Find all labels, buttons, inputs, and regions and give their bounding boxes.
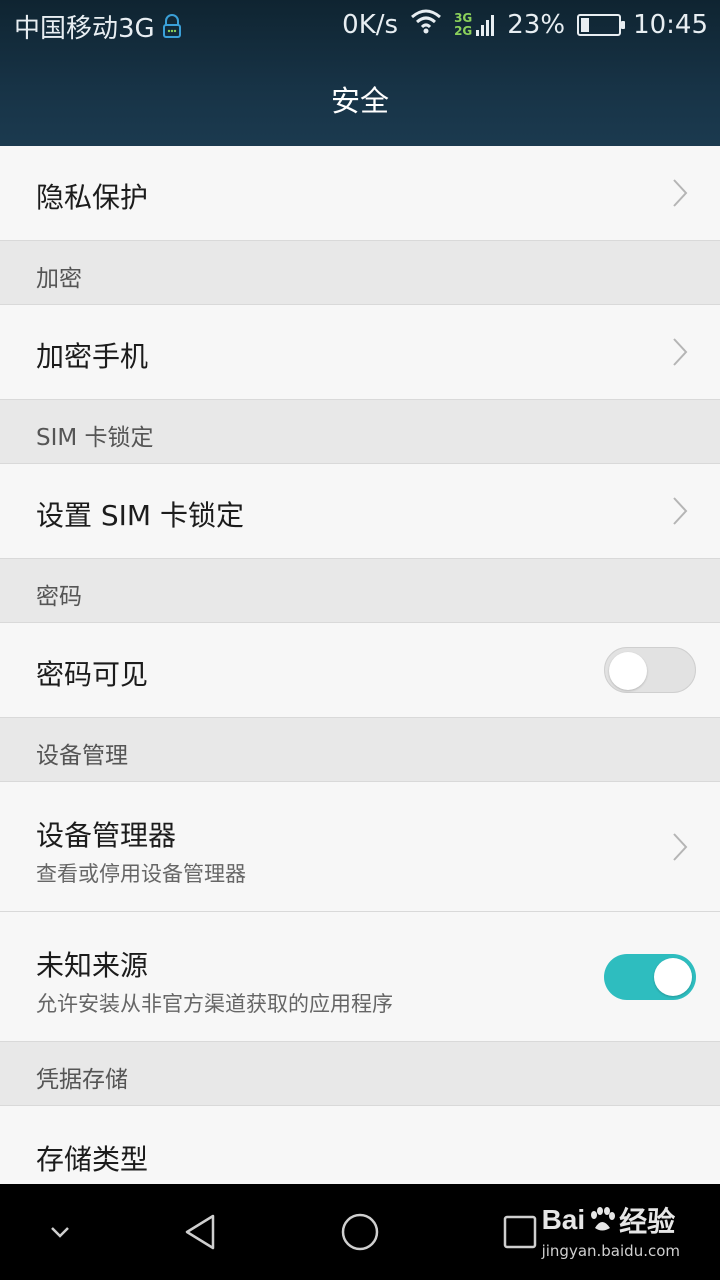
watermark-logo-right: 经验	[619, 1206, 676, 1237]
page-title: 安全	[330, 84, 389, 118]
encrypt-phone-label: 加密手机	[36, 340, 149, 373]
carrier-label: 中国移动3G	[14, 14, 155, 44]
section-label: 凭据存储	[36, 1067, 128, 1093]
battery-percent: 23%	[507, 9, 566, 40]
password-visible-toggle[interactable]	[604, 647, 696, 693]
device-admin-item[interactable]: 设备管理器 查看或停用设备管理器	[0, 782, 720, 912]
network-speed: 0K/s	[342, 9, 399, 40]
status-bar: 中国移动3G 0K/s 3G 2G 23% 10:45	[0, 0, 720, 52]
unknown-sources-toggle[interactable]	[604, 954, 696, 1000]
sim-lock-label: 设置 SIM 卡锁定	[36, 499, 244, 532]
unknown-sources-label: 未知来源	[36, 949, 149, 982]
section-label: 加密	[36, 266, 82, 292]
back-button[interactable]	[170, 1184, 230, 1280]
baidu-jingyan-watermark: Bai 经验 jingyan.baidu.com	[542, 1200, 680, 1260]
section-label: SIM 卡锁定	[36, 425, 154, 451]
battery-fill	[581, 17, 590, 32]
chevron-right-icon	[673, 338, 688, 366]
app-header: 中国移动3G 0K/s 3G 2G 23% 10:45 安全	[0, 0, 720, 146]
battery-icon	[577, 13, 626, 36]
chevron-right-icon	[673, 833, 688, 861]
privacy-protection-item[interactable]: 隐私保护	[0, 146, 720, 241]
section-label: 设备管理	[36, 743, 128, 769]
storage-type-label: 存储类型	[36, 1143, 149, 1176]
recents-square-icon	[503, 1215, 537, 1249]
wifi-icon	[410, 8, 442, 41]
encrypt-phone-item[interactable]: 加密手机	[0, 305, 720, 400]
navigation-bar: Bai 经验 jingyan.baidu.com	[0, 1184, 720, 1280]
section-label: 密码	[36, 584, 82, 610]
watermark-logo-left: Bai	[541, 1204, 586, 1235]
hide-nav-button[interactable]	[30, 1184, 90, 1280]
paw-icon	[591, 1207, 616, 1231]
section-header-password: 密码	[0, 559, 720, 623]
home-circle-icon	[341, 1213, 379, 1251]
sim-lock-item[interactable]: 设置 SIM 卡锁定	[0, 464, 720, 559]
net-type-top: 3G	[454, 10, 473, 25]
unknown-sources-item[interactable]: 未知来源 允许安装从非官方渠道获取的应用程序	[0, 912, 720, 1042]
unknown-sources-summary: 允许安装从非官方渠道获取的应用程序	[36, 992, 393, 1016]
lock-icon	[161, 13, 183, 40]
net-type-bottom: 2G	[454, 23, 473, 38]
cellular-signal: 3G 2G	[454, 10, 495, 38]
privacy-protection-label: 隐私保护	[36, 181, 149, 214]
watermark-url: jingyan.baidu.com	[541, 1242, 680, 1260]
home-button[interactable]	[330, 1184, 390, 1280]
chevron-right-icon	[673, 179, 688, 207]
section-header-device-management: 设备管理	[0, 718, 720, 782]
password-visible-label: 密码可见	[36, 658, 149, 691]
toggle-knob	[609, 652, 647, 690]
chevron-down-icon	[51, 1227, 69, 1238]
section-header-encryption: 加密	[0, 241, 720, 305]
section-header-sim-lock: SIM 卡锁定	[0, 400, 720, 464]
device-admin-summary: 查看或停用设备管理器	[36, 862, 246, 886]
device-admin-label: 设备管理器	[36, 819, 177, 852]
section-header-credential-storage: 凭据存储	[0, 1042, 720, 1106]
settings-list: 隐私保护 加密 加密手机 SIM 卡锁定 设置 SIM 卡锁定 密码 密码可见 …	[0, 146, 720, 1236]
clock: 10:45	[633, 9, 708, 40]
toggle-knob	[654, 958, 692, 996]
chevron-right-icon	[673, 497, 688, 525]
back-triangle-icon	[185, 1214, 215, 1250]
password-visible-item[interactable]: 密码可见	[0, 623, 720, 718]
signal-bars-icon	[476, 14, 495, 36]
